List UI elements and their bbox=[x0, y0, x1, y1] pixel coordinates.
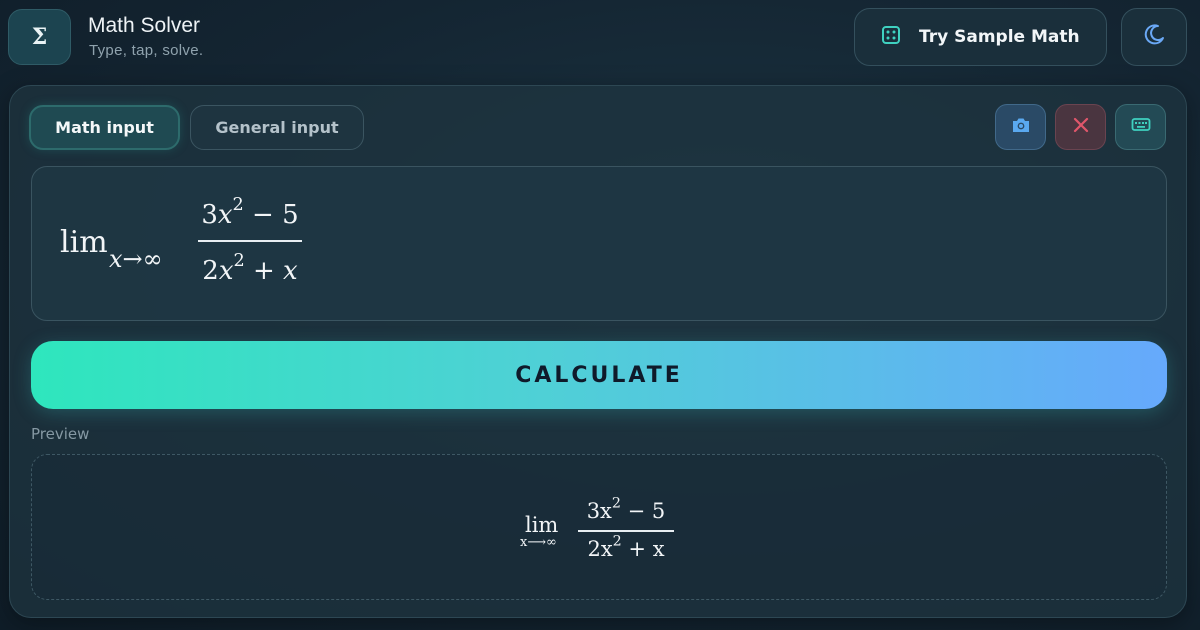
keyboard-icon bbox=[1131, 116, 1151, 138]
preview-limit-subscript: x⟶∞ bbox=[520, 535, 557, 550]
calculate-button[interactable]: CALCULATE bbox=[31, 341, 1167, 409]
tab-general-input[interactable]: General input bbox=[190, 105, 364, 150]
input-denominator: 2x2 + x bbox=[202, 250, 298, 286]
tab-math-input[interactable]: Math input bbox=[29, 105, 180, 150]
app-subtitle: Type, tap, solve. bbox=[89, 42, 204, 59]
math-input-field[interactable]: lim x→∞ 3x2 − 5 2x2 + x bbox=[31, 166, 1167, 321]
limit-operator: lim bbox=[60, 225, 108, 260]
clear-button[interactable] bbox=[1055, 104, 1106, 150]
preview-box: lim x⟶∞ 3x2 − 5 2x2 + x bbox=[31, 454, 1167, 600]
close-icon bbox=[1072, 116, 1090, 138]
theme-toggle-button[interactable] bbox=[1121, 8, 1187, 66]
camera-icon bbox=[1011, 116, 1031, 138]
preview-numerator: 3x2 − 5 bbox=[586, 495, 666, 523]
moon-icon bbox=[1142, 23, 1166, 51]
preview-fraction-bar bbox=[578, 530, 674, 532]
app-title: Math Solver bbox=[88, 14, 201, 37]
camera-button[interactable] bbox=[995, 104, 1046, 150]
limit-subscript: x→∞ bbox=[109, 245, 163, 273]
input-fraction-bar bbox=[198, 240, 302, 242]
app-logo: Σ bbox=[8, 9, 71, 65]
solver-panel: Math input General input lim x→∞ 3x2 − 5… bbox=[9, 85, 1187, 618]
try-sample-math-label: Try Sample Math bbox=[919, 27, 1080, 47]
dice-icon bbox=[881, 25, 901, 50]
preview-denominator: 2x2 + x bbox=[587, 533, 665, 561]
preview-label: Preview bbox=[31, 425, 90, 443]
preview-limit-operator: lim bbox=[525, 513, 559, 537]
input-numerator: 3x2 − 5 bbox=[201, 194, 299, 230]
keyboard-button[interactable] bbox=[1115, 104, 1166, 150]
try-sample-math-button[interactable]: Try Sample Math bbox=[854, 8, 1107, 66]
